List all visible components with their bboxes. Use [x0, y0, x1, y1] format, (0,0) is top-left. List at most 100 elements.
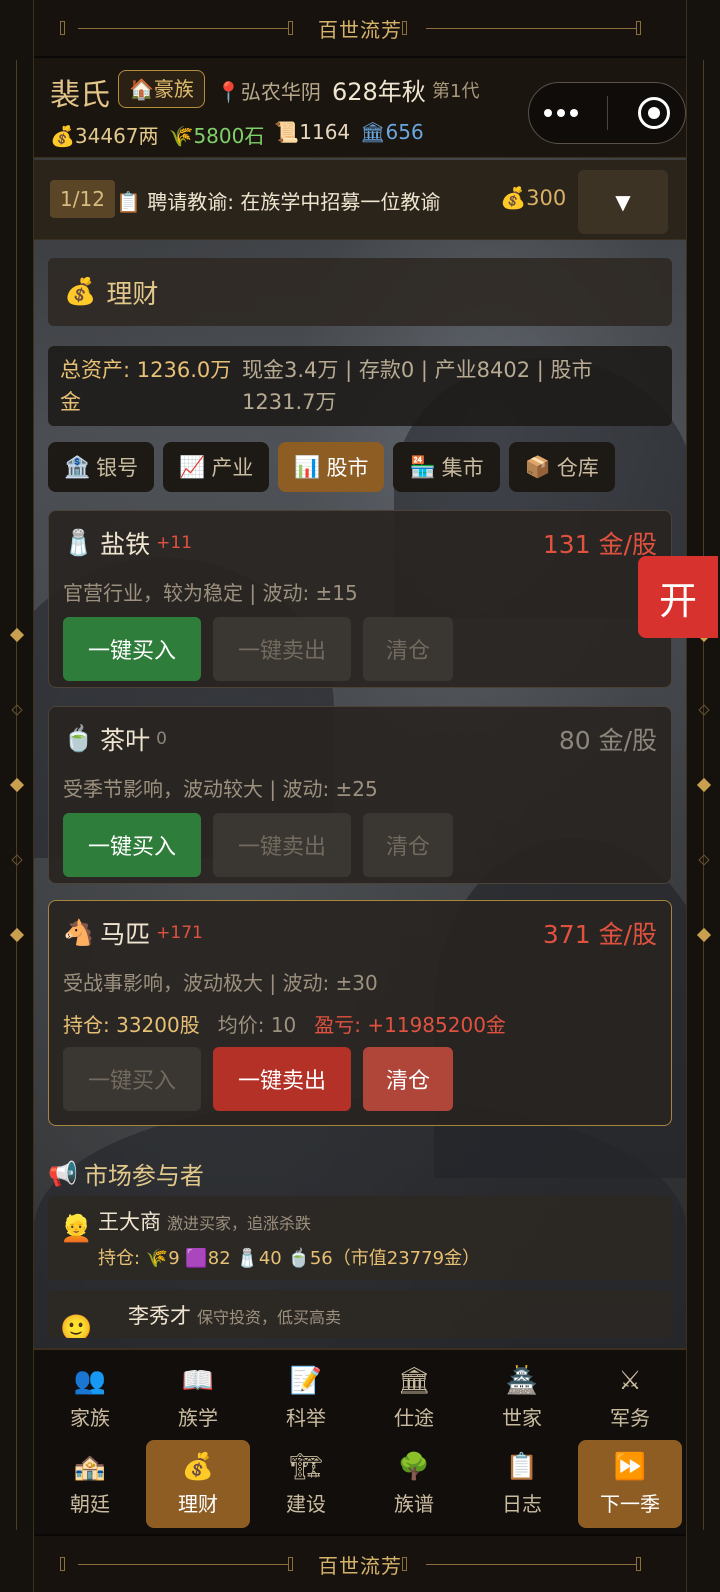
banner-cap — [402, 1557, 407, 1571]
sell-all-button[interactable]: 一键卖出 — [213, 813, 351, 877]
next-season-button[interactable]: ⏩ 下一季 — [578, 1440, 682, 1528]
more-icon[interactable] — [543, 109, 578, 117]
banner-title: 百世流芳 — [318, 17, 402, 42]
clipboard-icon: 📋 — [505, 1451, 539, 1482]
nav-label: 理财 — [178, 1491, 218, 1516]
nav-court[interactable]: 🏤 朝廷 — [38, 1440, 142, 1528]
banner-line — [78, 1564, 288, 1565]
bar-chart-icon: 📊 — [294, 454, 321, 479]
nav-label: 仕途 — [394, 1405, 434, 1430]
tab-industry[interactable]: 📈 产业 — [163, 442, 270, 492]
nav-label: 族学 — [178, 1405, 218, 1430]
rail-diamond — [9, 927, 25, 943]
influence-value: 656 — [385, 120, 424, 144]
participant-name-label: 王大商 — [98, 1210, 161, 1234]
clear-position-button[interactable]: 清仓 — [363, 1047, 453, 1111]
clear-position-button[interactable]: 清仓 — [363, 813, 453, 877]
task-text: 📋 聘请教谕: 在族学中招募一位教谕 — [116, 186, 440, 215]
nav-clan-school[interactable]: 📖 族学 — [146, 1354, 250, 1442]
tab-bank[interactable]: 🏦 银号 — [48, 442, 155, 492]
nav-exam[interactable]: 📝 科举 — [254, 1354, 358, 1442]
stock-price: 131 金/股 — [542, 530, 657, 559]
profit-loss: 盈亏: +11985200金 — [314, 1013, 506, 1037]
banner-line — [426, 28, 636, 29]
banner-cap — [288, 21, 293, 35]
salt-icon: 🧂 — [63, 528, 95, 557]
family-icon: 👥 — [73, 1365, 107, 1396]
influence-stat: 🏛656 — [360, 120, 424, 149]
money-bag-icon: 💰 — [500, 186, 527, 210]
stock-card: 🧂 盐铁 +11 131 金/股 官营行业，较为稳定 | 波动: ±15 一键买入 … — [48, 510, 672, 688]
stock-card-holding: 🐴 马匹 +171 371 金/股 受战事影响，波动极大 | 波动: ±30 持仓:… — [48, 900, 672, 1126]
sell-all-button[interactable]: 一键卖出 — [213, 617, 351, 681]
task-label: 聘请教谕: 在族学中招募一位教谕 — [147, 190, 441, 214]
scroll-icon: 📜 — [274, 120, 300, 144]
participant-name: 王大商 激进买家，追涨杀跌 — [98, 1206, 311, 1236]
rail-line — [16, 60, 17, 1530]
nav-finance[interactable]: 💰 理财 — [146, 1440, 250, 1528]
holding-shares: 持仓: 33200股 — [63, 1013, 200, 1037]
fast-forward-icon: ⏩ — [613, 1451, 647, 1482]
buy-all-button[interactable]: 一键买入 — [63, 813, 201, 877]
stock-name: 🍵 茶叶 0 — [63, 721, 167, 757]
nav-career[interactable]: 🏛 仕途 — [362, 1354, 466, 1442]
money-bag-icon: 💰 — [64, 277, 97, 307]
resource-bar: 💰34467两 🌾5800石 📜1164 🏛656 — [50, 120, 424, 149]
banner-line — [78, 28, 288, 29]
nav-genealogy[interactable]: 🌳 族谱 — [362, 1440, 466, 1528]
miniprogram-capsule — [528, 82, 686, 144]
nav-noble-families[interactable]: 🏯 世家 — [470, 1354, 574, 1442]
book-icon: 📖 — [181, 1365, 215, 1396]
section-title-label: 理财 — [106, 279, 159, 310]
open-floating-button[interactable]: 开 — [638, 556, 718, 638]
market-icon: 🏪 — [409, 454, 436, 479]
top-banner: 百世流芳 — [34, 0, 686, 56]
clear-position-button[interactable]: 清仓 — [363, 617, 453, 681]
tab-stock-market[interactable]: 📊 股市 — [278, 442, 385, 492]
money-value: 34467两 — [74, 124, 159, 148]
buy-all-button[interactable]: 一键买入 — [63, 617, 201, 681]
tab-label: 仓库 — [556, 456, 599, 480]
bottom-banner: 百世流芳 — [34, 1536, 686, 1592]
banner-title: 百世流芳 — [318, 1553, 402, 1578]
rail-diamond — [698, 854, 710, 866]
stock-card: 🍵 茶叶 0 80 金/股 受季节影响，波动较大 | 波动: ±25 一键买入 一键… — [48, 706, 672, 884]
buy-all-button[interactable]: 一键买入 — [63, 1047, 201, 1111]
stock-description: 受战事影响，波动极大 | 波动: ±30 — [63, 971, 378, 995]
avatar: 🙂 — [60, 1314, 93, 1338]
rail-diamond — [696, 927, 712, 943]
close-target-icon[interactable] — [638, 97, 671, 129]
money-bag-icon: 💰 — [50, 124, 75, 148]
tab-warehouse[interactable]: 📦 仓库 — [508, 442, 615, 492]
tab-label: 银号 — [96, 456, 139, 480]
money-bag-icon: 💰 — [181, 1451, 215, 1482]
nav-label: 科举 — [286, 1405, 326, 1430]
banner-cap — [288, 1557, 293, 1571]
market-participants-title: 📢 市场参与者 — [48, 1156, 204, 1191]
banner-cap — [636, 1557, 641, 1571]
nav-label: 家族 — [70, 1405, 110, 1430]
nav-family[interactable]: 👥 家族 — [38, 1354, 142, 1442]
nav-log[interactable]: 📋 日志 — [470, 1440, 574, 1528]
participant-style: 保守投资，低买高卖 — [197, 1308, 342, 1327]
chart-up-icon: 📈 — [179, 454, 206, 479]
grain-stat: 🌾5800石 — [169, 120, 265, 149]
nav-military[interactable]: ⚔ 军务 — [578, 1354, 682, 1442]
participant-holdings: 持仓: 🌾9 🟪82 🧂40 🍵56（市值23779金） — [98, 1248, 481, 1269]
nav-construction[interactable]: 🏗 建设 — [254, 1440, 358, 1528]
participant-name-label: 李秀才 — [128, 1304, 191, 1328]
banner-cap — [60, 1557, 65, 1571]
rank-badge[interactable]: 🏠豪族 — [118, 70, 205, 108]
rail-diamond — [11, 854, 23, 866]
task-progress: 1/12 — [50, 180, 115, 218]
banner-cap — [60, 21, 65, 35]
task-dropdown-button[interactable]: ▼ — [578, 170, 668, 234]
books-stat: 📜1164 — [274, 120, 350, 149]
app-frame: 百世流芳 裴氏 🏠豪族 📍弘农华阴 628年秋 第1代 💰34467两 🌾580… — [0, 0, 720, 1592]
landscape-background — [34, 58, 686, 1348]
position-info: 持仓: 33200股 均价: 10 盈亏: +11985200金 — [63, 1009, 506, 1038]
tab-market[interactable]: 🏪 集市 — [393, 442, 500, 492]
stock-change: +171 — [156, 923, 203, 943]
sell-all-button[interactable]: 一键卖出 — [213, 1047, 351, 1111]
capsule-divider — [607, 96, 609, 130]
